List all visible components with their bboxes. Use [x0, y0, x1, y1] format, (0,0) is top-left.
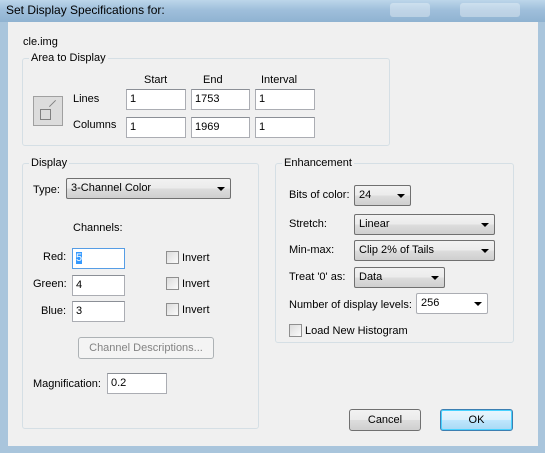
chevron-down-icon: [481, 223, 489, 227]
bits-of-color-dropdown[interactable]: 24: [354, 185, 411, 206]
type-dropdown[interactable]: 3-Channel Color: [66, 178, 231, 199]
treat-zero-value: Data: [359, 271, 383, 283]
channel-descriptions-button[interactable]: Channel Descriptions...: [78, 337, 214, 359]
cancel-button[interactable]: Cancel: [349, 409, 421, 431]
dialog-body: cle.img Area to Display Start End Interv…: [8, 22, 538, 446]
start-column-header: Start: [144, 74, 168, 86]
green-label: Green:: [33, 278, 67, 290]
magnification-label: Magnification:: [33, 378, 101, 390]
columns-start-input[interactable]: 1: [126, 117, 186, 138]
chevron-down-icon: [431, 276, 439, 280]
filename-label: cle.img: [23, 36, 58, 48]
invert-green-label: Invert: [182, 278, 210, 290]
chevron-down-icon: [481, 249, 489, 253]
min-max-dropdown[interactable]: Clip 2% of Tails: [354, 240, 495, 261]
window-title: Set Display Specifications for:: [6, 3, 165, 17]
area-group-title: Area to Display: [29, 52, 108, 64]
interval-column-header: Interval: [261, 74, 298, 86]
display-levels-label: Number of display levels:: [289, 299, 412, 311]
columns-end-input[interactable]: 1969: [191, 117, 250, 138]
lines-interval-input[interactable]: 1: [255, 89, 315, 110]
display-levels-value: 256: [421, 297, 440, 309]
magnification-input[interactable]: 0.2: [107, 373, 167, 394]
chevron-down-icon: [397, 194, 405, 198]
blue-channel-input[interactable]: 3: [72, 301, 125, 322]
treat-zero-dropdown[interactable]: Data: [354, 267, 445, 288]
blue-label: Blue:: [41, 305, 67, 317]
type-label: Type:: [33, 184, 60, 196]
red-channel-value: 5: [76, 252, 83, 264]
blurred-background-region: [460, 3, 520, 17]
stretch-label: Stretch:: [289, 218, 327, 230]
columns-label: Columns: [73, 119, 117, 131]
green-channel-input[interactable]: 4: [72, 275, 125, 296]
invert-red-label: Invert: [182, 252, 210, 264]
lines-end-input[interactable]: 1753: [191, 89, 250, 110]
lines-label: Lines: [73, 93, 100, 105]
min-max-label: Min-max:: [289, 244, 335, 256]
invert-blue-checkbox[interactable]: [166, 303, 179, 316]
end-column-header: End: [203, 74, 223, 86]
display-group-title: Display: [29, 157, 70, 169]
red-channel-input[interactable]: 5: [72, 248, 125, 269]
enhancement-group-title: Enhancement: [282, 157, 354, 169]
type-dropdown-value: 3-Channel Color: [71, 182, 152, 194]
load-new-histogram-checkbox[interactable]: [289, 324, 302, 337]
window-frame-bottom: [0, 446, 545, 453]
lines-start-input[interactable]: 1: [126, 89, 186, 110]
title-bar[interactable]: Set Display Specifications for:: [0, 0, 545, 22]
window-frame-right: [538, 22, 545, 453]
blurred-background-region: [390, 3, 430, 17]
channels-label: Channels:: [73, 222, 123, 234]
invert-green-checkbox[interactable]: [166, 277, 179, 290]
invert-blue-label: Invert: [182, 304, 210, 316]
min-max-value: Clip 2% of Tails: [359, 244, 434, 256]
bits-of-color-value: 24: [359, 189, 372, 201]
stretch-dropdown[interactable]: Linear: [354, 214, 495, 235]
treat-zero-label: Treat '0' as:: [289, 271, 346, 283]
display-levels-dropdown[interactable]: 256: [416, 293, 488, 314]
load-new-histogram-label: Load New Histogram: [305, 325, 408, 337]
chevron-down-icon: [217, 187, 225, 191]
chevron-down-icon: [474, 302, 482, 306]
ok-button[interactable]: OK: [440, 409, 513, 431]
columns-interval-input[interactable]: 1: [255, 117, 315, 138]
invert-red-checkbox[interactable]: [166, 251, 179, 264]
red-label: Red:: [43, 251, 67, 263]
bits-of-color-label: Bits of color:: [289, 189, 350, 201]
window-frame-left: [0, 22, 8, 453]
stretch-value: Linear: [359, 218, 390, 230]
area-selector-icon[interactable]: [33, 96, 63, 126]
